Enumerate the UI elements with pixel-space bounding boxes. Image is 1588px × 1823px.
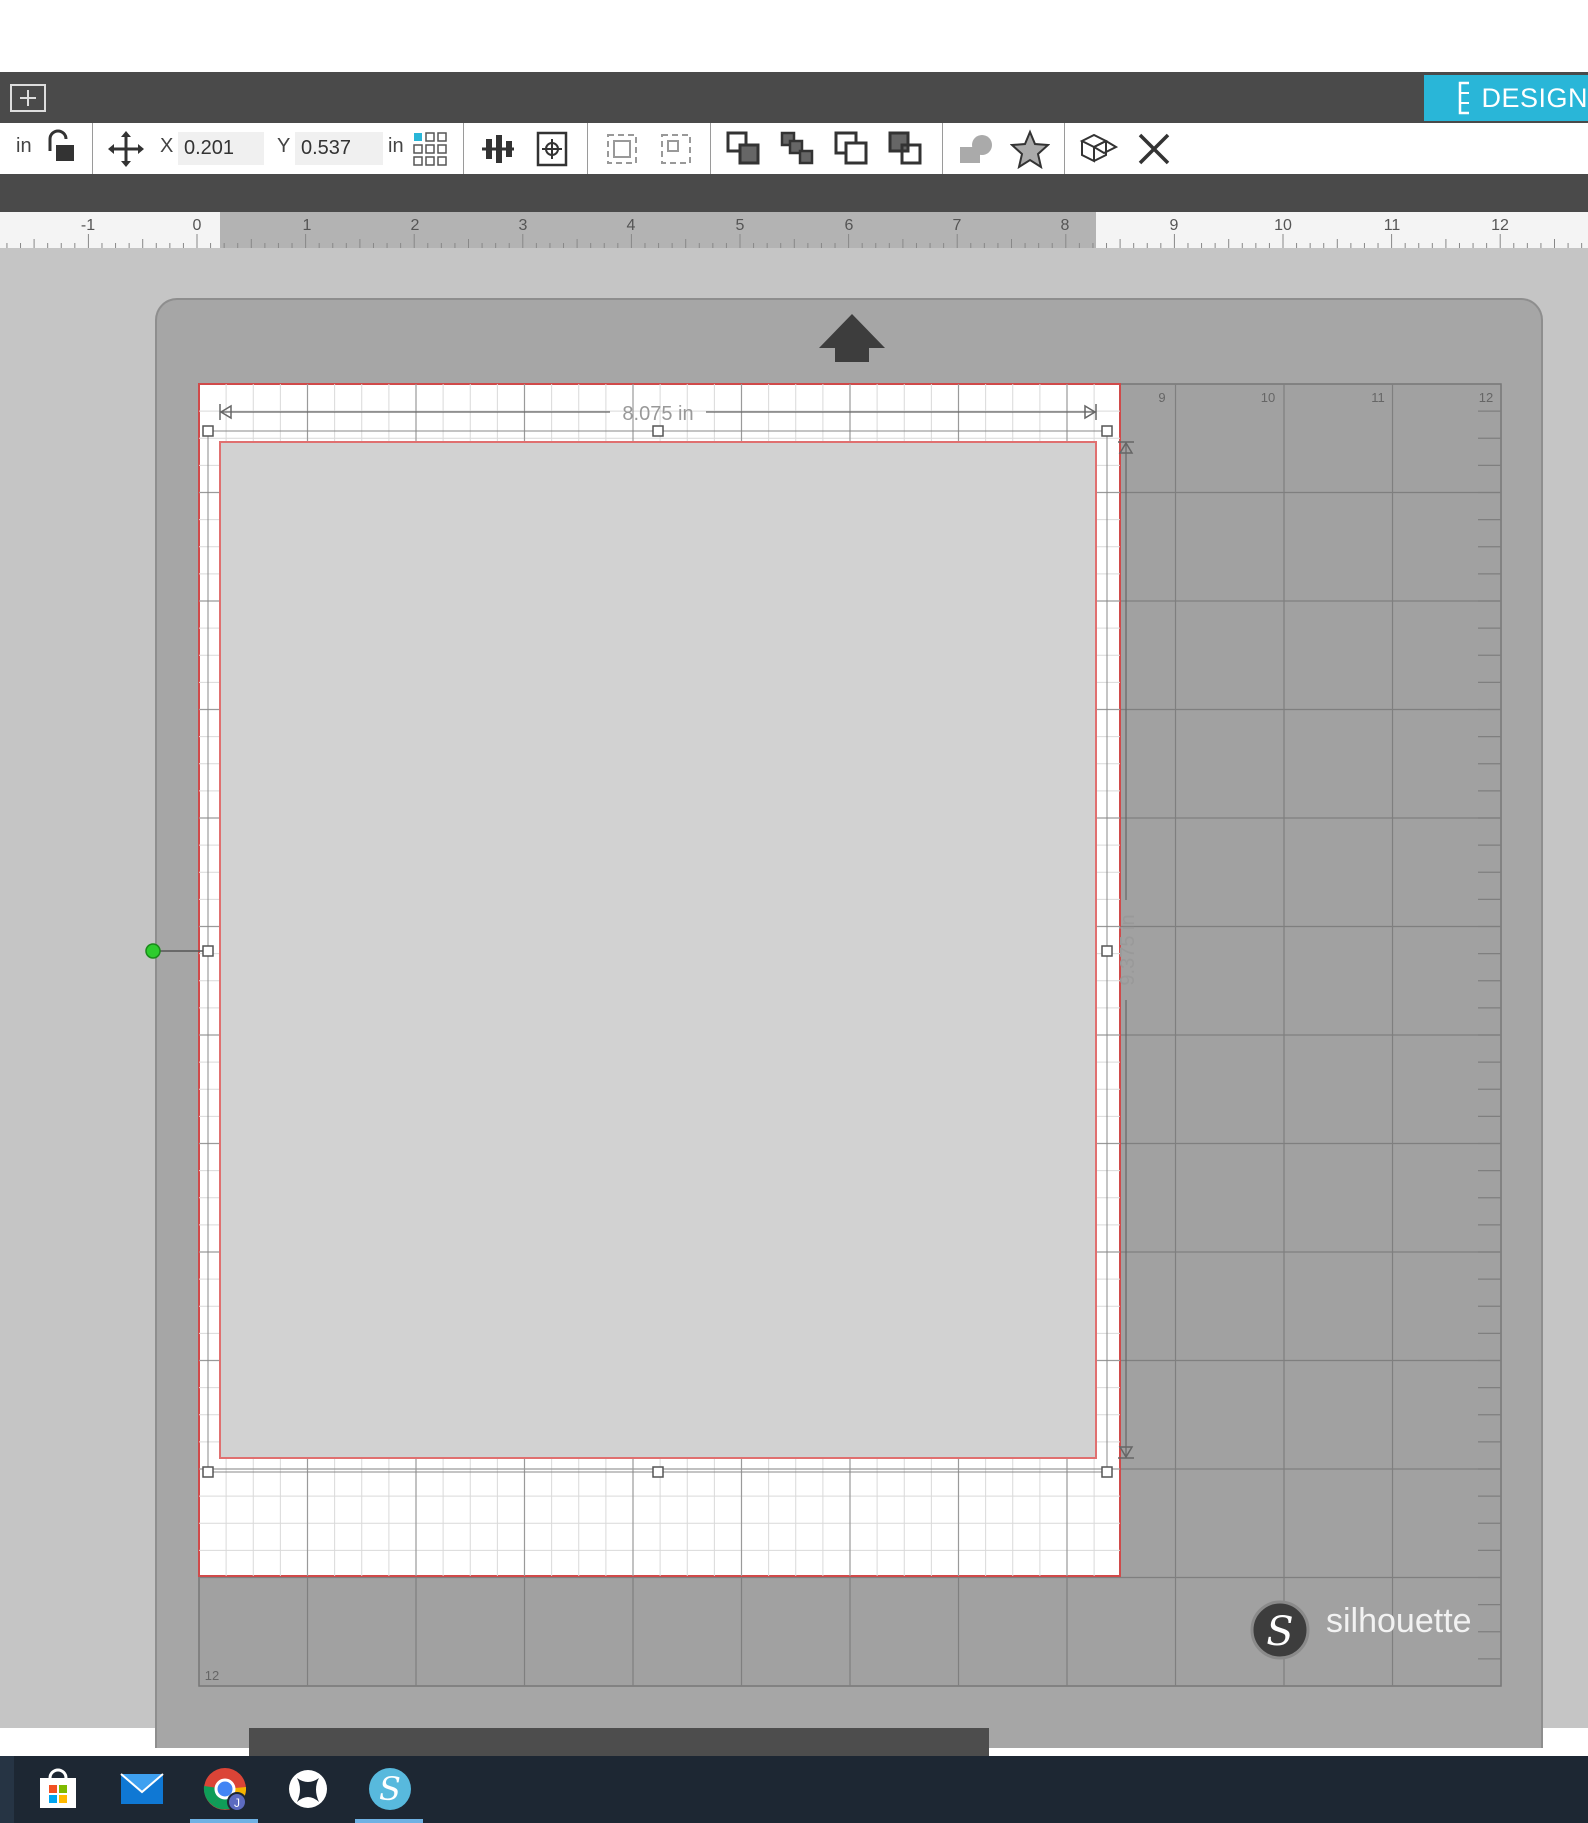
windows-taskbar: J S: [0, 1756, 1588, 1823]
svg-text:J: J: [234, 1796, 240, 1810]
mat-column-label: 11: [1371, 390, 1385, 405]
store-icon[interactable]: [33, 1764, 83, 1814]
show-desktop-edge[interactable]: [0, 1756, 14, 1823]
xbox-icon[interactable]: [283, 1764, 333, 1814]
resize-handle-top-left[interactable]: [202, 425, 214, 437]
selected-rectangle[interactable]: [219, 441, 1097, 1459]
resize-handle-left[interactable]: [202, 945, 214, 957]
mat-column-label: 10: [1261, 390, 1275, 405]
horizontal-scrollbar[interactable]: [249, 1728, 989, 1756]
mat-column-label: 9: [1158, 390, 1165, 405]
svg-text:S: S: [379, 1770, 401, 1808]
chrome-icon[interactable]: J: [200, 1764, 250, 1814]
mat-grid-overlay: 8.075 in 9.375 in 9 10 11 12 12 S silhou…: [145, 383, 1502, 1687]
resize-handle-right[interactable]: [1101, 945, 1113, 957]
mat-column-label: 12: [1479, 390, 1493, 405]
mat-brand-name: silhouette: [1326, 1602, 1472, 1640]
resize-handle-bottom-right[interactable]: [1101, 1466, 1113, 1478]
silhouette-logo-icon: S: [1250, 1600, 1310, 1660]
height-dimension-label: 9.375 in: [1117, 914, 1139, 985]
mail-icon[interactable]: [117, 1764, 167, 1814]
svg-text:S: S: [1266, 1609, 1293, 1655]
width-dimension-label: 8.075 in: [622, 403, 693, 425]
silhouette-running-indicator: [355, 1819, 423, 1823]
silhouette-studio-icon[interactable]: S: [365, 1764, 415, 1814]
mat-corner-label: 12: [205, 1668, 219, 1683]
chrome-running-indicator: [190, 1819, 258, 1823]
resize-handle-top[interactable]: [652, 425, 664, 437]
resize-handle-bottom[interactable]: [652, 1466, 664, 1478]
rotate-handle[interactable]: [145, 943, 161, 959]
resize-handle-top-right[interactable]: [1101, 425, 1113, 437]
resize-handle-bottom-left[interactable]: [202, 1466, 214, 1478]
